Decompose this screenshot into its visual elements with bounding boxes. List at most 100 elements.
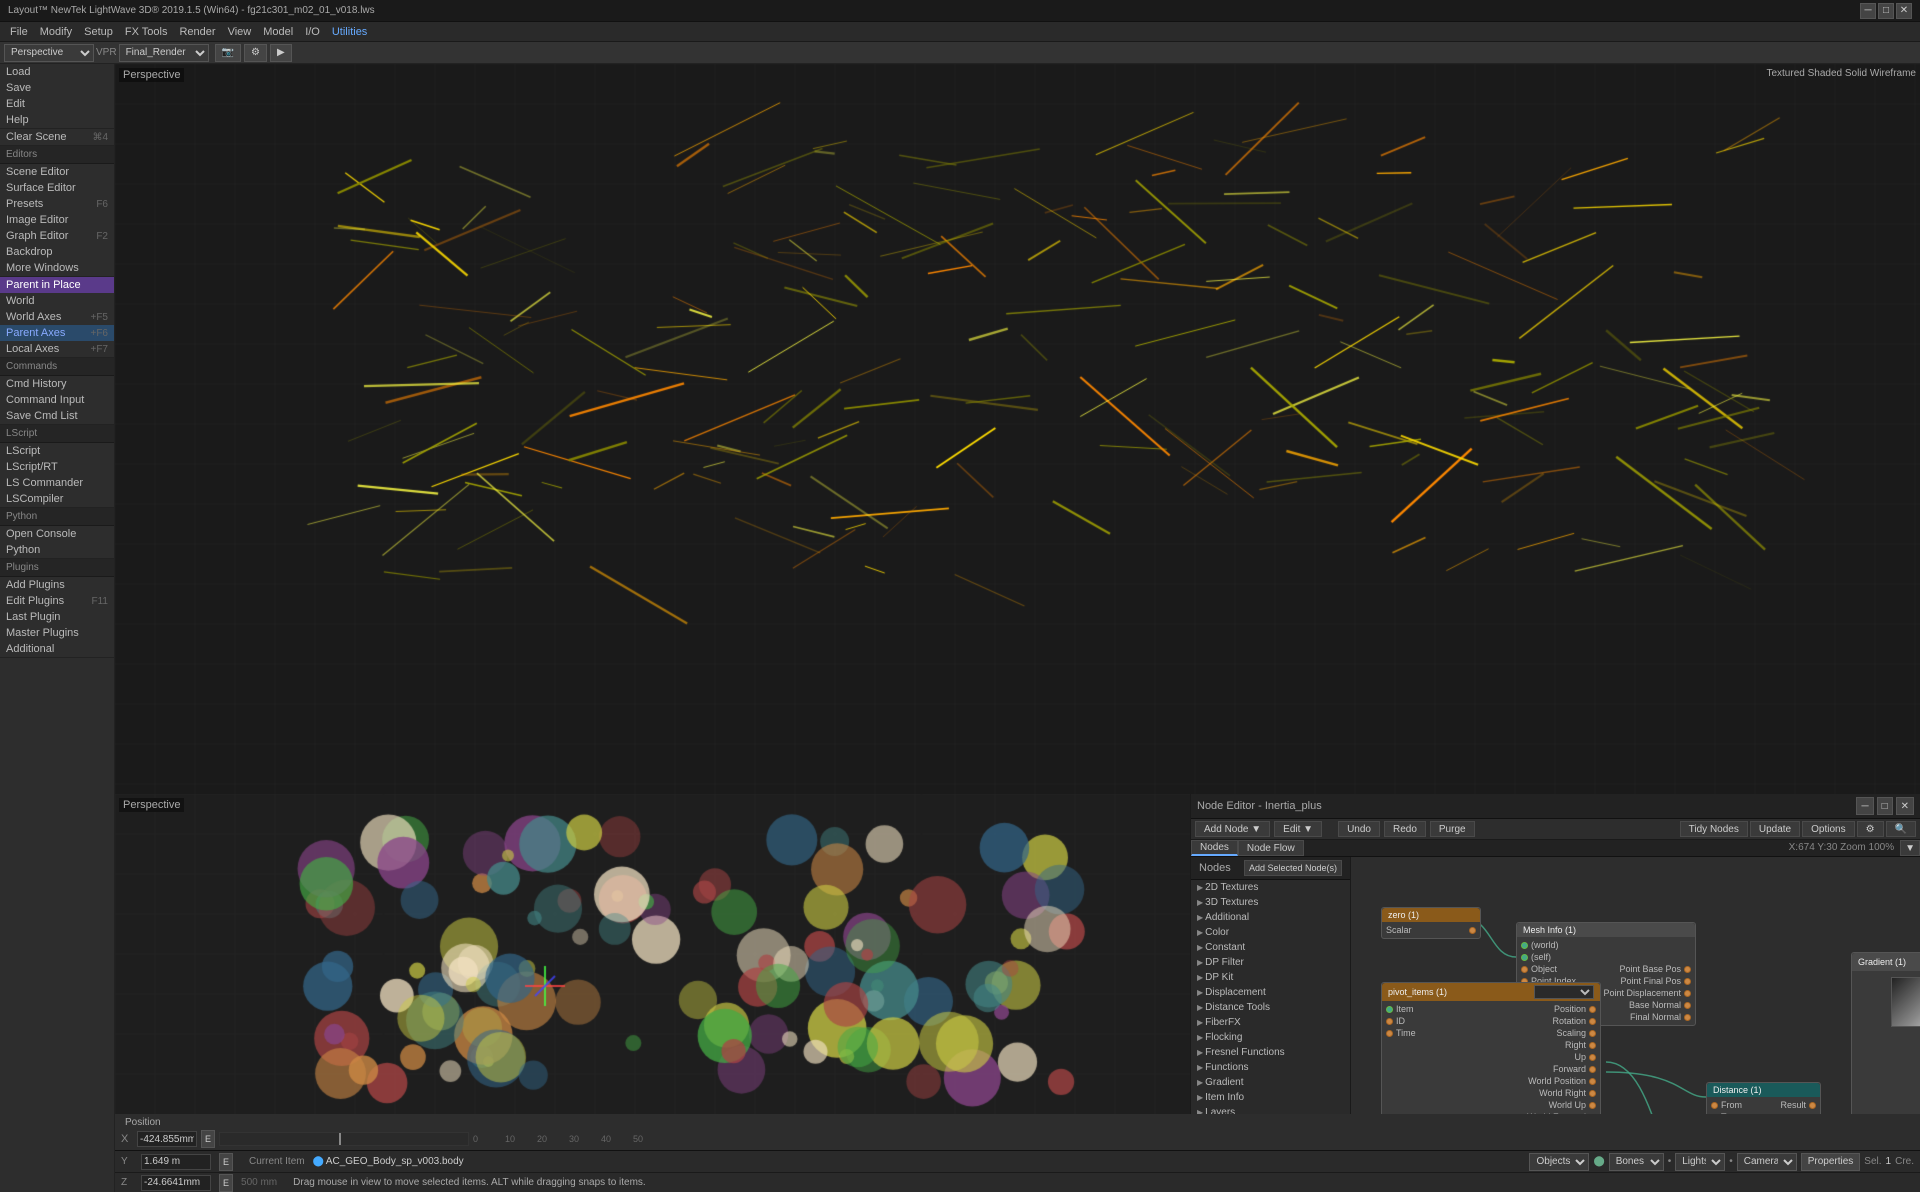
nodes-category-item-info[interactable]: ▶ Item Info (1191, 1090, 1350, 1105)
tidy-nodes-btn[interactable]: Tidy Nodes (1680, 821, 1748, 837)
x-coord-input[interactable] (137, 1131, 197, 1147)
y-coord-input[interactable] (141, 1154, 211, 1170)
menu-utilities[interactable]: Utilities (326, 26, 373, 38)
menu-fxtools[interactable]: FX Tools (119, 26, 174, 38)
close-btn[interactable]: ✕ (1896, 3, 1912, 19)
sidebar-item-python[interactable]: Python (0, 542, 114, 558)
node-pivot-items[interactable]: pivot_items (1) Item Position ID (1381, 982, 1601, 1114)
nodes-category-2d[interactable]: ▶ 2D Textures (1191, 880, 1350, 895)
sidebar-item-surface-editor[interactable]: Surface Editor (0, 180, 114, 196)
sidebar-item-last-plugin[interactable]: Last Plugin (0, 609, 114, 625)
menu-render[interactable]: Render (173, 26, 221, 38)
menu-io[interactable]: I/O (299, 26, 326, 38)
nodes-category-dp-filter[interactable]: ▶ DP Filter (1191, 955, 1350, 970)
nodes-category-additional[interactable]: ▶ Additional (1191, 910, 1350, 925)
ne-minimize[interactable]: ─ (1856, 797, 1873, 815)
sidebar-item-lscompiler[interactable]: LSCompiler (0, 491, 114, 507)
properties-bottom-btn[interactable]: Properties (1801, 1153, 1861, 1171)
nodes-category-distance[interactable]: ▶ Distance Tools (1191, 1000, 1350, 1015)
sidebar-item-add-plugins[interactable]: Add Plugins (0, 577, 114, 593)
z-e-btn[interactable]: E (219, 1174, 233, 1192)
nodes-category-color[interactable]: ▶ Color (1191, 925, 1350, 940)
nodes-category-displacement[interactable]: ▶ Displacement (1191, 985, 1350, 1000)
nodes-category-dp-kit[interactable]: ▶ DP Kit (1191, 970, 1350, 985)
viewport-type-select[interactable]: Perspective (4, 44, 94, 62)
add-node-btn[interactable]: Add Node ▼ (1195, 821, 1270, 837)
menu-model[interactable]: Model (257, 26, 299, 38)
sidebar-item-scene-editor[interactable]: Scene Editor (0, 164, 114, 180)
nodes-category-constant[interactable]: ▶ Constant (1191, 940, 1350, 955)
sidebar-item-edit[interactable]: Edit (0, 96, 114, 112)
sidebar-item-world-axes[interactable]: World Axes +F5 (0, 309, 114, 325)
sidebar-item-parent-axes[interactable]: Parent Axes +F6 (0, 325, 114, 341)
sidebar-item-local-axes[interactable]: Local Axes +F7 (0, 341, 114, 357)
nodes-category-flocking[interactable]: ▶ Flocking (1191, 1030, 1350, 1045)
node-canvas[interactable]: zero (1) Scalar Mesh Info (1) (1351, 857, 1920, 1114)
nodes-category-3d[interactable]: ▶ 3D Textures (1191, 895, 1350, 910)
settings-icon[interactable]: ⚙ (244, 44, 267, 62)
update-btn[interactable]: Update (1750, 821, 1800, 837)
redo-btn[interactable]: Redo (1384, 821, 1426, 837)
tab-nodes[interactable]: Nodes (1191, 840, 1238, 856)
node-distance[interactable]: Distance (1) From Result To (1706, 1082, 1821, 1114)
y-e-btn[interactable]: E (219, 1153, 233, 1171)
node-zero[interactable]: zero (1) Scalar (1381, 907, 1481, 939)
sidebar-item-world[interactable]: World (0, 293, 114, 309)
edit-btn[interactable]: Edit ▼ (1274, 821, 1322, 837)
tab-node-flow[interactable]: Node Flow (1238, 840, 1304, 856)
sidebar-item-command-input[interactable]: Command Input (0, 392, 114, 408)
pivot-items-select[interactable] (1534, 985, 1594, 999)
menu-setup[interactable]: Setup (78, 26, 119, 38)
sidebar-item-open-console[interactable]: Open Console (0, 526, 114, 542)
render-icon[interactable]: ▶ (270, 44, 292, 62)
sidebar-item-additional[interactable]: Additional (0, 641, 114, 657)
node-gradient[interactable]: Gradient (1) Bg Color Color (1851, 952, 1920, 1114)
sidebar-item-ls-commander[interactable]: LS Commander (0, 475, 114, 491)
sidebar-item-clear-scene[interactable]: Clear Scene ⌘4 (0, 129, 114, 145)
options-btn[interactable]: Options (1802, 821, 1854, 837)
sidebar-item-edit-plugins[interactable]: Edit Plugins F11 (0, 593, 114, 609)
panel-toggle-btn[interactable]: ▼ (1900, 840, 1920, 856)
ne-zoom-btn[interactable]: 🔍 (1886, 821, 1916, 837)
bottom-viewport[interactable]: Perspective Object Properties ─ ✕ Clear … (115, 794, 1190, 1114)
sidebar-item-backdrop[interactable]: Backdrop (0, 244, 114, 260)
main-viewport[interactable]: Perspective Textured Shaded Solid Wirefr… (115, 64, 1920, 794)
sidebar-item-image-editor[interactable]: Image Editor (0, 212, 114, 228)
sidebar-item-master-plugins[interactable]: Master Plugins (0, 625, 114, 641)
lights-select[interactable]: Lights (1675, 1153, 1725, 1171)
sidebar-item-lscript-rt[interactable]: LScript/RT (0, 459, 114, 475)
sidebar-item-help[interactable]: Help (0, 112, 114, 128)
sidebar-item-save[interactable]: Save (0, 80, 114, 96)
sidebar-item-cmd-history[interactable]: Cmd History (0, 376, 114, 392)
nodes-category-gradient[interactable]: ▶ Gradient (1191, 1075, 1350, 1090)
sidebar-item-presets[interactable]: Presets F6 (0, 196, 114, 212)
minimize-btn[interactable]: ─ (1860, 3, 1876, 19)
z-coord-input[interactable] (141, 1175, 211, 1191)
sidebar-item-graph-editor[interactable]: Graph Editor F2 (0, 228, 114, 244)
ne-close[interactable]: ✕ (1896, 797, 1914, 815)
x-e-btn[interactable]: E (201, 1130, 215, 1148)
menu-file[interactable]: File (4, 26, 34, 38)
sidebar-item-parent-in-place[interactable]: Parent in Place (0, 277, 114, 293)
undo-btn[interactable]: Undo (1338, 821, 1380, 837)
nodes-category-layers[interactable]: ▶ Layers (1191, 1105, 1350, 1114)
bones-select[interactable]: Bones (1609, 1153, 1664, 1171)
sidebar-item-lscript[interactable]: LScript (0, 443, 114, 459)
purge-btn[interactable]: Purge (1430, 821, 1475, 837)
cameras-select[interactable]: Cameras (1737, 1153, 1797, 1171)
menu-view[interactable]: View (222, 26, 258, 38)
add-selected-btn[interactable]: Add Selected Node(s) (1244, 860, 1342, 876)
nodes-category-fresnel[interactable]: ▶ Fresnel Functions (1191, 1045, 1350, 1060)
sidebar-item-more-windows[interactable]: More Windows (0, 260, 114, 276)
sidebar-item-load[interactable]: Load (0, 64, 114, 80)
nodes-category-functions[interactable]: ▶ Functions (1191, 1060, 1350, 1075)
ne-settings-btn[interactable]: ⚙ (1857, 821, 1884, 837)
objects-select[interactable]: Objects (1529, 1153, 1589, 1171)
nodes-category-fiberfx[interactable]: ▶ FiberFX (1191, 1015, 1350, 1030)
render-preset-select[interactable]: Final_Render (119, 44, 209, 62)
menu-modify[interactable]: Modify (34, 26, 78, 38)
sidebar-item-save-cmd-list[interactable]: Save Cmd List (0, 408, 114, 424)
camera-icon[interactable]: 📷 (215, 44, 241, 62)
restore-btn[interactable]: □ (1878, 3, 1894, 19)
ne-restore[interactable]: □ (1877, 797, 1893, 815)
